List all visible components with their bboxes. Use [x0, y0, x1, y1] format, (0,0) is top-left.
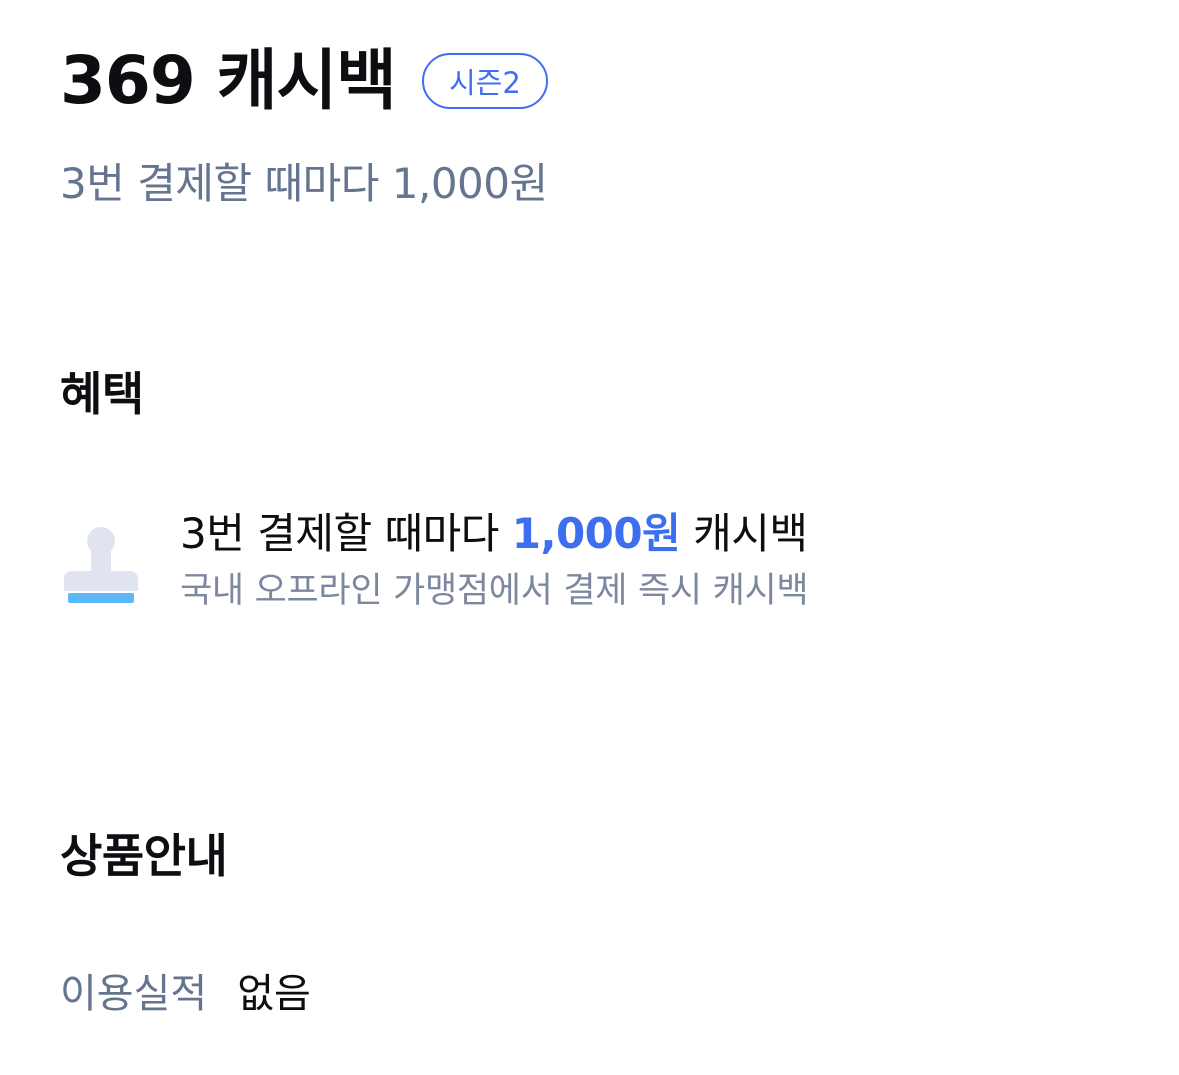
benefit-text: 3번 결제할 때마다 1,000원 캐시백 국내 오프라인 가맹점에서 결제 즉… — [180, 505, 809, 613]
benefit-title: 3번 결제할 때마다 1,000원 캐시백 — [180, 505, 808, 563]
season-badge: 시즌2 — [421, 53, 548, 109]
benefit-amount: 1,000원 — [511, 509, 681, 558]
page-title: 369 캐시백 — [60, 42, 397, 119]
info-value: 없음 — [237, 971, 311, 1017]
benefit-title-suffix: 캐시백 — [693, 509, 808, 558]
benefit-description: 국내 오프라인 가맹점에서 결제 즉시 캐시백 — [180, 571, 809, 611]
product-info-heading: 상품안내 — [60, 829, 228, 883]
title-row: 369 캐시백 시즌2 — [60, 40, 548, 122]
benefits-heading: 혜택 — [60, 367, 144, 421]
info-label: 이용실적 — [60, 971, 208, 1017]
page-subtitle: 3번 결제할 때마다 1,000원 — [60, 159, 548, 208]
card-detail-page: 369 캐시백 시즌2 3번 결제할 때마다 1,000원 혜택 3번 결제할 … — [0, 0, 1179, 1075]
benefit-item: 3번 결제할 때마다 1,000원 캐시백 국내 오프라인 가맹점에서 결제 즉… — [60, 505, 1120, 625]
benefit-title-prefix: 3번 결제할 때마다 — [180, 509, 499, 558]
info-row-performance: 이용실적 없음 — [60, 966, 311, 1022]
stamp-icon — [64, 527, 138, 603]
